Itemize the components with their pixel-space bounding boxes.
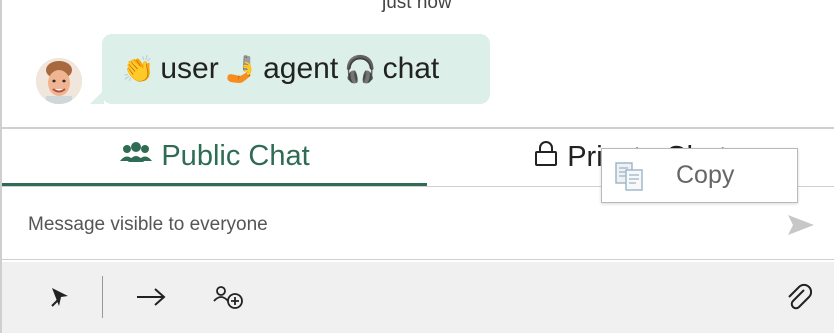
- paperclip-icon[interactable]: [782, 280, 814, 314]
- tab-public-chat-label: Public Chat: [161, 139, 310, 172]
- clapping-hands-icon: 👏: [122, 53, 155, 84]
- add-user-icon[interactable]: [210, 280, 246, 314]
- message-timestamp: just now: [382, 0, 452, 13]
- lock-icon: [533, 140, 559, 176]
- composer-toolbar: [2, 262, 834, 333]
- arrow-right-icon[interactable]: [134, 280, 168, 314]
- tab-public-chat[interactable]: Public Chat: [2, 129, 427, 186]
- avatar[interactable]: [36, 58, 82, 104]
- message-word-agent: agent: [263, 52, 339, 85]
- message-bubble: 👏 user 🤳 agent 🎧 chat: [90, 34, 490, 104]
- pin-icon[interactable]: [46, 280, 74, 314]
- copy-icon: [614, 160, 646, 192]
- message-input[interactable]: [26, 212, 750, 237]
- send-icon[interactable]: [786, 212, 816, 238]
- bubble-tail: [90, 90, 104, 104]
- chat-panel: just now 👏 user 🤳 agent 🎧 chat Public Ch…: [0, 0, 834, 333]
- users-icon: [119, 140, 153, 173]
- copy-context-menu[interactable]: Copy: [601, 148, 798, 203]
- headphones-icon: 🎧: [344, 53, 377, 84]
- toolbar-divider: [102, 276, 103, 318]
- copy-menu-item[interactable]: Copy: [676, 161, 734, 190]
- user-avatar-image: [36, 58, 82, 104]
- selfie-hand-icon: 🤳: [224, 53, 258, 84]
- message-word-chat: chat: [382, 52, 440, 85]
- message-word-user: user: [160, 52, 219, 85]
